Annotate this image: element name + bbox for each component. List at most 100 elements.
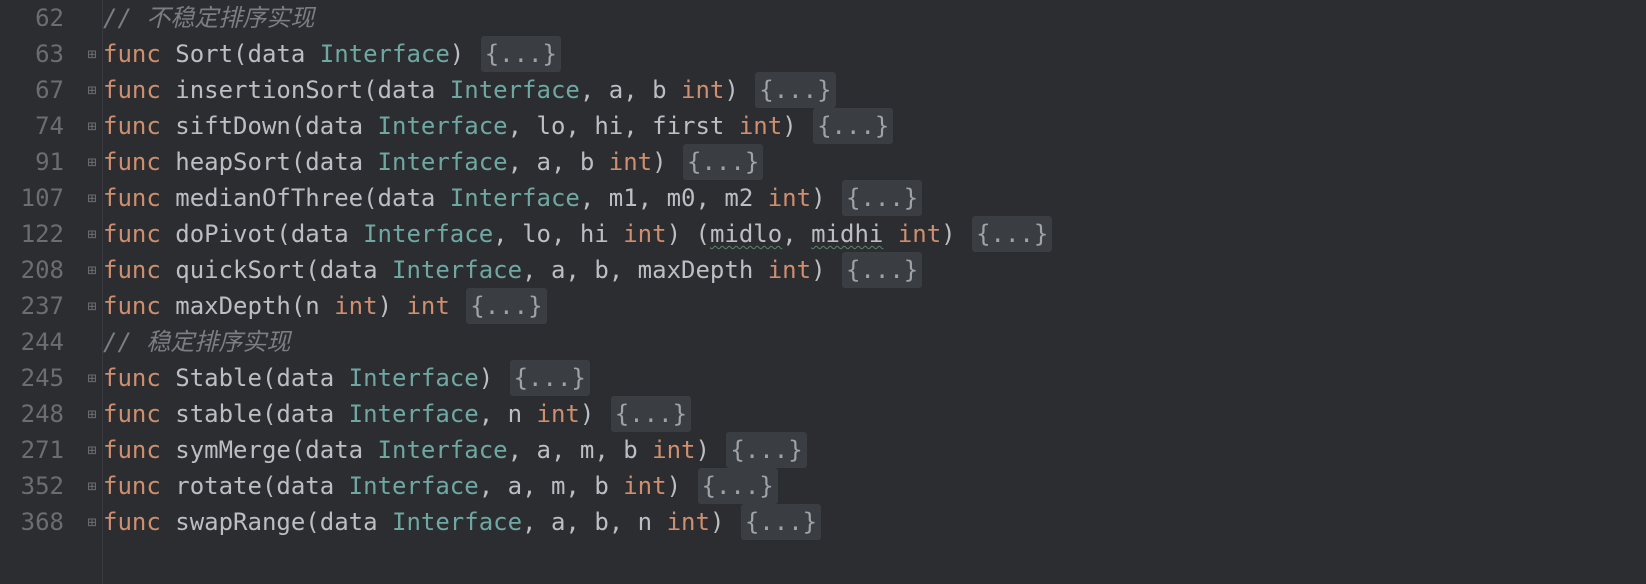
code-token: func <box>103 432 161 468</box>
code-token: , <box>594 432 623 468</box>
code-line[interactable]: func heapSort(data Interface, a, b int) … <box>103 144 1646 180</box>
code-line[interactable]: func quickSort(data Interface, a, b, max… <box>103 252 1646 288</box>
code-token: a <box>609 72 623 108</box>
code-token: medianOfThree <box>175 180 363 216</box>
code-token: ) <box>378 288 407 324</box>
code-line[interactable]: func doPivot(data Interface, lo, hi int)… <box>103 216 1646 252</box>
code-token: , <box>479 468 508 504</box>
code-editor[interactable]: 6263677491107122208237244245248271352368… <box>0 0 1646 584</box>
fold-expand-icon[interactable]: ⊞ <box>82 504 102 540</box>
code-token <box>161 144 175 180</box>
fold-empty <box>82 324 102 360</box>
code-token <box>883 216 897 252</box>
code-token: a <box>537 144 551 180</box>
code-token: Interface <box>349 396 479 432</box>
fold-placeholder[interactable]: {...} <box>972 216 1052 252</box>
code-token: b <box>652 72 666 108</box>
fold-placeholder[interactable]: {...} <box>466 288 546 324</box>
code-token: ) <box>710 504 739 540</box>
code-token: data <box>276 360 334 396</box>
code-token: , <box>623 108 652 144</box>
fold-placeholder[interactable]: {...} <box>510 360 590 396</box>
code-token: swapRange <box>175 504 305 540</box>
code-token: hi <box>594 108 623 144</box>
code-token <box>334 360 348 396</box>
code-token <box>161 216 175 252</box>
code-token <box>334 468 348 504</box>
fold-placeholder[interactable]: {...} <box>813 108 893 144</box>
code-token <box>363 432 377 468</box>
code-token: , <box>609 252 638 288</box>
code-line[interactable]: func Sort(data Interface) {...} <box>103 36 1646 72</box>
code-token <box>667 72 681 108</box>
code-token: data <box>320 504 378 540</box>
code-token <box>378 252 392 288</box>
line-number: 245 <box>10 360 64 396</box>
code-token: , <box>580 72 609 108</box>
code-token: func <box>103 468 161 504</box>
code-area[interactable]: // 不稳定排序实现func Sort(data Interface) {...… <box>103 0 1646 584</box>
fold-expand-icon[interactable]: ⊞ <box>82 360 102 396</box>
code-line[interactable]: func siftDown(data Interface, lo, hi, fi… <box>103 108 1646 144</box>
fold-expand-icon[interactable]: ⊞ <box>82 216 102 252</box>
fold-expand-icon[interactable]: ⊞ <box>82 288 102 324</box>
line-number: 248 <box>10 396 64 432</box>
code-line[interactable]: func rotate(data Interface, a, m, b int)… <box>103 468 1646 504</box>
fold-expand-icon[interactable]: ⊞ <box>82 36 102 72</box>
fold-expand-icon[interactable]: ⊞ <box>82 108 102 144</box>
fold-expand-icon[interactable]: ⊞ <box>82 468 102 504</box>
code-line[interactable]: func swapRange(data Interface, a, b, n i… <box>103 504 1646 540</box>
code-line[interactable]: func insertionSort(data Interface, a, b … <box>103 72 1646 108</box>
fold-placeholder[interactable]: {...} <box>683 144 763 180</box>
code-token: ) <box>811 180 840 216</box>
fold-placeholder[interactable]: {...} <box>755 72 835 108</box>
fold-placeholder[interactable]: {...} <box>481 36 561 72</box>
code-token: Interface <box>450 180 580 216</box>
code-token: ( <box>291 144 305 180</box>
code-token: data <box>305 144 363 180</box>
code-token: , <box>565 252 594 288</box>
fold-placeholder[interactable]: {...} <box>842 180 922 216</box>
code-token: int <box>623 216 666 252</box>
code-token: ) <box>811 252 840 288</box>
code-line[interactable]: func Stable(data Interface) {...} <box>103 360 1646 396</box>
code-token: func <box>103 252 161 288</box>
fold-expand-icon[interactable]: ⊞ <box>82 72 102 108</box>
code-token: maxDepth <box>638 252 754 288</box>
code-token: maxDepth <box>175 288 291 324</box>
fold-placeholder[interactable]: {...} <box>726 432 806 468</box>
fold-expand-icon[interactable]: ⊞ <box>82 396 102 432</box>
code-token: b <box>594 468 608 504</box>
code-line[interactable]: // 稳定排序实现 <box>103 324 1646 360</box>
fold-expand-icon[interactable]: ⊞ <box>82 180 102 216</box>
fold-placeholder[interactable]: {...} <box>842 252 922 288</box>
code-token: ( <box>305 252 319 288</box>
code-token: ) <box>580 396 609 432</box>
code-token: Interface <box>450 72 580 108</box>
code-line[interactable]: func medianOfThree(data Interface, m1, m… <box>103 180 1646 216</box>
code-line[interactable]: func symMerge(data Interface, a, m, b in… <box>103 432 1646 468</box>
code-token: ( <box>291 108 305 144</box>
fold-placeholder[interactable]: {...} <box>698 468 778 504</box>
code-token: Interface <box>363 216 493 252</box>
code-token: , <box>551 216 580 252</box>
code-token: ( <box>305 504 319 540</box>
fold-expand-icon[interactable]: ⊞ <box>82 252 102 288</box>
code-token: data <box>378 72 436 108</box>
code-token: m1 <box>609 180 638 216</box>
code-line[interactable]: func stable(data Interface, n int) {...} <box>103 396 1646 432</box>
fold-placeholder[interactable]: {...} <box>741 504 821 540</box>
code-token: doPivot <box>175 216 276 252</box>
code-token: int <box>898 216 941 252</box>
code-token: m <box>580 432 594 468</box>
fold-expand-icon[interactable]: ⊞ <box>82 432 102 468</box>
code-token: , <box>623 72 652 108</box>
fold-placeholder[interactable]: {...} <box>611 396 691 432</box>
code-token: , <box>565 468 594 504</box>
code-token: data <box>276 468 334 504</box>
code-token: lo <box>522 216 551 252</box>
line-number: 67 <box>10 72 64 108</box>
code-line[interactable]: // 不稳定排序实现 <box>103 0 1646 36</box>
fold-expand-icon[interactable]: ⊞ <box>82 144 102 180</box>
code-line[interactable]: func maxDepth(n int) int {...} <box>103 288 1646 324</box>
